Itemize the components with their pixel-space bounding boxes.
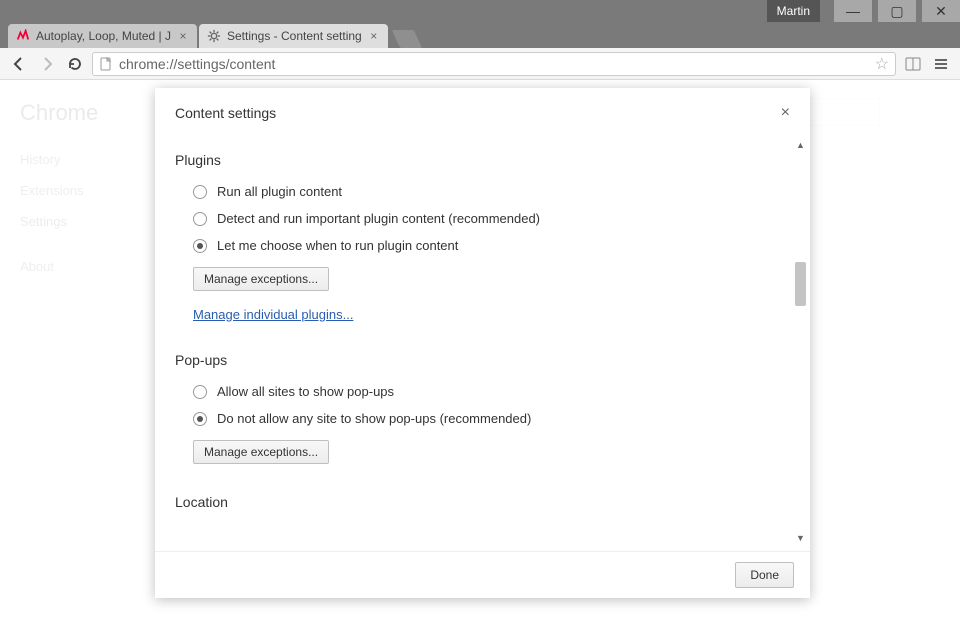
tab-strip: Autoplay, Loop, Muted | J × Settings - C…: [0, 22, 960, 48]
new-tab-button[interactable]: [392, 30, 422, 48]
tab-close-icon[interactable]: ×: [368, 29, 380, 43]
window-titlebar: Martin — ▢ ✕: [0, 0, 960, 22]
radio-icon: [193, 212, 207, 226]
window-maximize-button[interactable]: ▢: [878, 0, 916, 22]
tab-title: Settings - Content setting: [227, 29, 362, 43]
radio-label: Let me choose when to run plugin content: [217, 238, 458, 253]
browser-toolbar: chrome://settings/content ☆: [0, 48, 960, 80]
bookmark-star-icon[interactable]: ☆: [875, 54, 889, 74]
section-title-location: Location: [175, 494, 780, 510]
dialog-close-button[interactable]: ×: [781, 104, 790, 122]
user-badge[interactable]: Martin: [767, 0, 820, 22]
panel-toggle-icon[interactable]: [902, 53, 924, 75]
radio-label: Do not allow any site to show pop-ups (r…: [217, 411, 531, 426]
plugins-option-2[interactable]: Let me choose when to run plugin content: [175, 232, 780, 259]
menu-button[interactable]: [930, 53, 952, 75]
scroll-down-icon[interactable]: ▼: [793, 531, 808, 545]
plugins-manage-exceptions-button[interactable]: Manage exceptions...: [193, 267, 329, 291]
forward-button[interactable]: [36, 53, 58, 75]
dialog-body: Plugins Run all plugin content Detect an…: [155, 132, 810, 551]
radio-icon: [193, 412, 207, 426]
dialog-header: Content settings ×: [155, 88, 810, 132]
plugins-option-1[interactable]: Detect and run important plugin content …: [175, 205, 780, 232]
radio-icon: [193, 185, 207, 199]
section-title-plugins: Plugins: [175, 152, 780, 168]
dialog-title: Content settings: [175, 105, 276, 121]
tab-title: Autoplay, Loop, Muted | J: [36, 29, 171, 43]
manage-individual-plugins-link[interactable]: Manage individual plugins...: [193, 307, 353, 322]
url-text: chrome://settings/content: [119, 56, 275, 72]
browser-tab-0[interactable]: Autoplay, Loop, Muted | J ×: [8, 24, 197, 48]
scroll-track[interactable]: [793, 152, 808, 531]
radio-label: Allow all sites to show pop-ups: [217, 384, 394, 399]
popups-manage-exceptions-button[interactable]: Manage exceptions...: [193, 440, 329, 464]
scroll-thumb[interactable]: [795, 262, 806, 306]
popups-option-0[interactable]: Allow all sites to show pop-ups: [175, 378, 780, 405]
back-button[interactable]: [8, 53, 30, 75]
page-icon: [99, 57, 113, 71]
dialog-footer: Done: [155, 551, 810, 598]
done-button[interactable]: Done: [735, 562, 794, 588]
favicon-icon: [16, 29, 30, 43]
dialog-scrollbar[interactable]: ▲ ▼: [793, 138, 808, 545]
reload-button[interactable]: [64, 53, 86, 75]
section-title-popups: Pop-ups: [175, 352, 780, 368]
content-settings-dialog: Content settings × Plugins Run all plugi…: [155, 88, 810, 598]
radio-icon: [193, 385, 207, 399]
radio-label: Detect and run important plugin content …: [217, 211, 540, 226]
radio-label: Run all plugin content: [217, 184, 342, 199]
plugins-option-0[interactable]: Run all plugin content: [175, 178, 780, 205]
window-minimize-button[interactable]: —: [834, 0, 872, 22]
gear-icon: [207, 29, 221, 43]
popups-option-1[interactable]: Do not allow any site to show pop-ups (r…: [175, 405, 780, 432]
scroll-up-icon[interactable]: ▲: [793, 138, 808, 152]
address-bar[interactable]: chrome://settings/content ☆: [92, 52, 896, 76]
tab-close-icon[interactable]: ×: [177, 29, 189, 43]
window-close-button[interactable]: ✕: [922, 0, 960, 22]
browser-tab-1[interactable]: Settings - Content setting ×: [199, 24, 388, 48]
radio-icon: [193, 239, 207, 253]
